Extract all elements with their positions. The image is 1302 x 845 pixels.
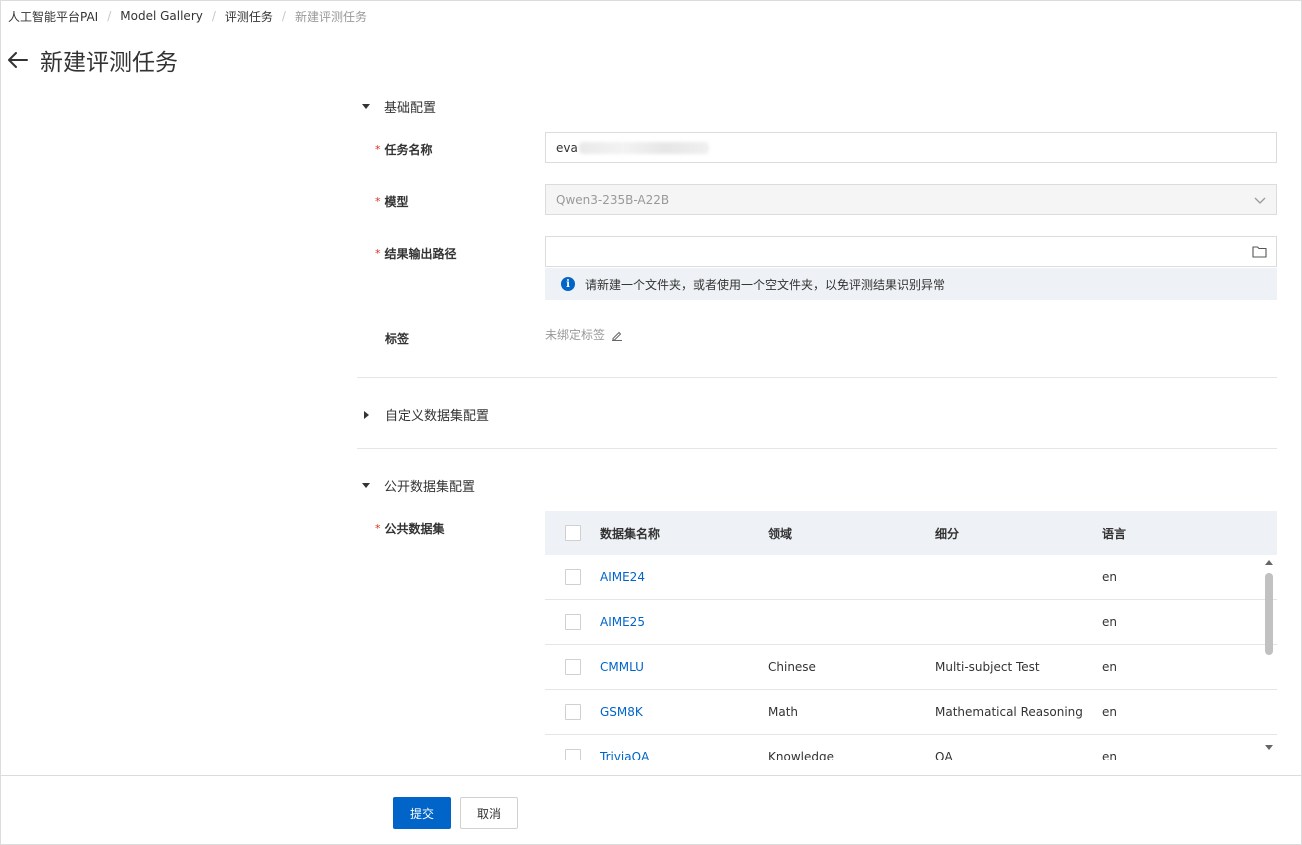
dataset-link[interactable]: CMMLU bbox=[600, 660, 768, 674]
caret-down-icon bbox=[362, 483, 370, 488]
select-all-checkbox[interactable] bbox=[564, 525, 581, 541]
section-basic-config[interactable]: 基础配置 bbox=[362, 97, 436, 116]
table-row: AIME24 en bbox=[545, 555, 1277, 600]
caret-down-icon bbox=[362, 104, 370, 109]
dataset-link[interactable]: AIME24 bbox=[600, 570, 768, 584]
output-path-input[interactable] bbox=[545, 236, 1277, 267]
scroll-thumb[interactable] bbox=[1265, 573, 1273, 655]
model-select[interactable]: Qwen3-235B-A22B bbox=[545, 184, 1277, 215]
required-mark: * bbox=[375, 195, 381, 208]
task-name-label: * 任务名称 bbox=[375, 141, 433, 158]
scroll-up-icon[interactable] bbox=[1265, 560, 1273, 565]
breadcrumb-separator: / bbox=[107, 9, 112, 23]
breadcrumb-eval-tasks[interactable]: 评测任务 bbox=[225, 8, 273, 25]
redacted-text bbox=[578, 141, 709, 154]
header-subdomain: 细分 bbox=[935, 526, 960, 541]
label-text: 结果输出路径 bbox=[384, 247, 457, 261]
model-value: Qwen3-235B-A22B bbox=[556, 192, 670, 207]
label-text: 公共数据集 bbox=[384, 522, 445, 536]
section-title: 公开数据集配置 bbox=[384, 480, 476, 495]
info-icon: i bbox=[561, 277, 575, 291]
breadcrumb-model-gallery[interactable]: Model Gallery bbox=[120, 9, 203, 23]
table-row: GSM8K Math Mathematical Reasoning en bbox=[545, 690, 1277, 735]
select-all-cell bbox=[545, 525, 600, 541]
tags-value: 未绑定标签 bbox=[545, 326, 623, 343]
submit-button[interactable]: 提交 bbox=[393, 797, 451, 829]
header-domain: 领域 bbox=[768, 526, 793, 541]
edit-icon[interactable] bbox=[611, 329, 623, 341]
breadcrumb-separator: / bbox=[281, 9, 286, 23]
output-path-label: * 结果输出路径 bbox=[375, 245, 457, 262]
row-checkbox[interactable] bbox=[564, 749, 581, 760]
dataset-link[interactable]: AIME25 bbox=[600, 615, 768, 629]
row-checkbox[interactable] bbox=[564, 569, 581, 585]
label-text: 任务名称 bbox=[384, 143, 433, 157]
task-name-value: eva bbox=[556, 140, 578, 155]
breadcrumb-current: 新建评测任务 bbox=[294, 9, 367, 24]
back-arrow-icon[interactable] bbox=[8, 49, 30, 71]
dataset-subdomain: Mathematical Reasoning bbox=[935, 705, 1083, 719]
footer-bar: 提交 取消 bbox=[1, 775, 1301, 844]
public-dataset-label: * 公共数据集 bbox=[375, 520, 445, 537]
label-text: 模型 bbox=[384, 195, 409, 209]
row-checkbox[interactable] bbox=[564, 704, 581, 720]
row-check-cell bbox=[545, 569, 600, 585]
breadcrumb-separator: / bbox=[211, 9, 216, 23]
chevron-down-icon bbox=[1254, 197, 1266, 204]
row-check-cell bbox=[545, 749, 600, 760]
section-title: 自定义数据集配置 bbox=[385, 409, 490, 424]
required-mark: * bbox=[375, 247, 381, 260]
scroll-down-icon[interactable] bbox=[1265, 745, 1273, 750]
dataset-language: en bbox=[1102, 660, 1117, 674]
section-title: 基础配置 bbox=[384, 101, 437, 116]
section-custom-dataset[interactable]: 自定义数据集配置 bbox=[362, 405, 489, 424]
section-divider bbox=[357, 377, 1277, 378]
header-name: 数据集名称 bbox=[600, 526, 661, 541]
row-check-cell bbox=[545, 704, 600, 720]
table-row: TriviaQA Knowledge QA en bbox=[545, 735, 1277, 760]
dataset-language: en bbox=[1102, 705, 1117, 719]
row-checkbox[interactable] bbox=[564, 614, 581, 630]
section-divider bbox=[357, 448, 1277, 449]
dataset-language: en bbox=[1102, 750, 1117, 760]
tags-text: 未绑定标签 bbox=[545, 328, 606, 342]
dataset-domain: Chinese bbox=[768, 660, 816, 674]
dataset-language: en bbox=[1102, 570, 1117, 584]
dataset-subdomain: QA bbox=[935, 750, 953, 760]
table-scrollbar[interactable] bbox=[1262, 557, 1276, 753]
required-mark: * bbox=[375, 143, 381, 156]
header-language: 语言 bbox=[1102, 526, 1127, 541]
dataset-language: en bbox=[1102, 615, 1117, 629]
dataset-table: 数据集名称 领域 细分 语言 AIME24 en AIME25 en CMMLU… bbox=[545, 511, 1277, 760]
model-label: * 模型 bbox=[375, 193, 409, 210]
table-header: 数据集名称 领域 细分 语言 bbox=[545, 511, 1277, 555]
page-title: 新建评测任务 bbox=[40, 50, 178, 76]
section-public-dataset[interactable]: 公开数据集配置 bbox=[362, 476, 475, 495]
dataset-link[interactable]: TriviaQA bbox=[600, 750, 768, 760]
dataset-link[interactable]: GSM8K bbox=[600, 705, 768, 719]
required-mark: * bbox=[375, 522, 381, 535]
table-row: AIME25 en bbox=[545, 600, 1277, 645]
breadcrumb: 人工智能平台PAI / Model Gallery / 评测任务 / 新建评测任… bbox=[8, 8, 367, 24]
row-check-cell bbox=[545, 614, 600, 630]
tags-label: 标签 bbox=[375, 330, 409, 347]
label-text: 标签 bbox=[385, 332, 410, 346]
dataset-subdomain: Multi-subject Test bbox=[935, 660, 1040, 674]
dataset-domain: Knowledge bbox=[768, 750, 834, 760]
cancel-button[interactable]: 取消 bbox=[460, 797, 518, 829]
folder-icon[interactable] bbox=[1252, 245, 1267, 258]
output-path-notice: i 请新建一个文件夹，或者使用一个空文件夹，以免评测结果识别异常 bbox=[545, 268, 1277, 300]
row-checkbox[interactable] bbox=[564, 659, 581, 675]
row-check-cell bbox=[545, 659, 600, 675]
task-name-input[interactable]: eva bbox=[545, 132, 1277, 163]
table-row: CMMLU Chinese Multi-subject Test en bbox=[545, 645, 1277, 690]
breadcrumb-pai[interactable]: 人工智能平台PAI bbox=[8, 8, 98, 25]
dataset-domain: Math bbox=[768, 705, 799, 719]
page-header: 新建评测任务 bbox=[8, 44, 178, 76]
caret-right-icon bbox=[364, 410, 369, 419]
notice-text: 请新建一个文件夹，或者使用一个空文件夹，以免评测结果识别异常 bbox=[585, 277, 946, 292]
